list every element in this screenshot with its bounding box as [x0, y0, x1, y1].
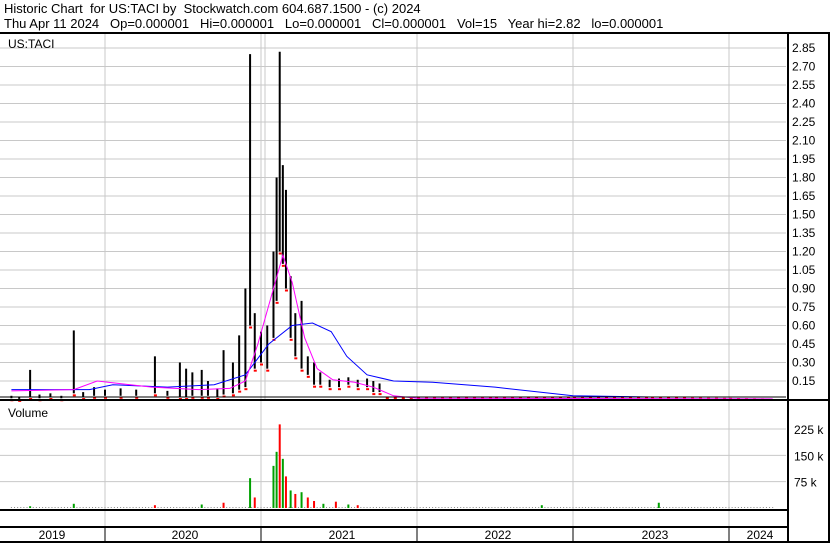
- close-dot: [275, 301, 279, 304]
- price-tick-label: 2.25: [792, 115, 816, 129]
- price-tick-label: 1.50: [792, 208, 816, 222]
- close-dot: [153, 394, 157, 397]
- close-dot: [347, 385, 351, 388]
- year-label: 2019: [39, 528, 66, 542]
- close-dot: [338, 388, 341, 391]
- price-tick-label: 0.60: [792, 319, 816, 333]
- close-dot: [319, 385, 323, 388]
- close-dot: [281, 264, 285, 267]
- price-tick-label: 0.15: [792, 374, 816, 388]
- volume-label: Volume: [8, 406, 48, 420]
- year-label: 2022: [485, 528, 512, 542]
- year-label: 2021: [329, 528, 356, 542]
- price-tick-label: 2.40: [792, 97, 816, 111]
- price-tick-label: 0.90: [792, 282, 816, 296]
- year-label: 2023: [642, 528, 669, 542]
- close-dot: [284, 289, 288, 292]
- close-dot: [328, 388, 332, 391]
- price-tick-label: 2.85: [792, 41, 816, 55]
- volume-tick-label: 150 k: [794, 449, 824, 463]
- close-dot: [289, 338, 293, 341]
- price-tick-label: 2.55: [792, 78, 816, 92]
- price-tick-label: 0.30: [792, 356, 816, 370]
- close-dot: [72, 394, 76, 397]
- price-tick-label: 1.95: [792, 152, 816, 166]
- close-dot: [366, 388, 370, 391]
- volume-tick-label: 75 k: [794, 476, 818, 490]
- price-tick-label: 0.75: [792, 300, 816, 314]
- price-tick-label: 1.35: [792, 226, 816, 240]
- close-dot: [372, 393, 376, 396]
- price-tick-label: 1.65: [792, 189, 816, 203]
- price-tick-label: 0.45: [792, 337, 816, 351]
- price-tick-label: 2.10: [792, 134, 816, 148]
- symbol-label: US:TACI: [8, 37, 54, 51]
- close-dot: [313, 385, 317, 388]
- close-dot: [231, 394, 235, 397]
- close-dot: [253, 369, 257, 372]
- close-dot: [238, 390, 242, 393]
- volume-tick-label: 225 k: [794, 423, 824, 437]
- price-tick-label: 1.20: [792, 245, 816, 259]
- close-dot: [244, 388, 248, 391]
- close-dot: [249, 326, 253, 329]
- year-label: 2024: [747, 528, 774, 542]
- close-dot: [356, 388, 360, 391]
- moving-average-long-line: [11, 322, 773, 398]
- close-dot: [294, 357, 298, 360]
- close-dot: [260, 363, 263, 366]
- close-dot: [266, 369, 270, 372]
- close-dot: [306, 375, 310, 378]
- close-dot: [278, 252, 282, 255]
- price-tick-label: 1.05: [792, 263, 816, 277]
- price-volume-chart: 2.85 2.70 2.55 2.40 2.25 2.10 1.95 1.80 1.65 1.50…: [0, 32, 830, 543]
- moving-average-short-line: [11, 253, 773, 400]
- close-dot: [300, 369, 304, 372]
- close-dot: [378, 393, 382, 396]
- year-label: 2020: [172, 528, 199, 542]
- price-tick-label: 1.80: [792, 171, 816, 185]
- price-tick-label: 2.70: [792, 60, 816, 74]
